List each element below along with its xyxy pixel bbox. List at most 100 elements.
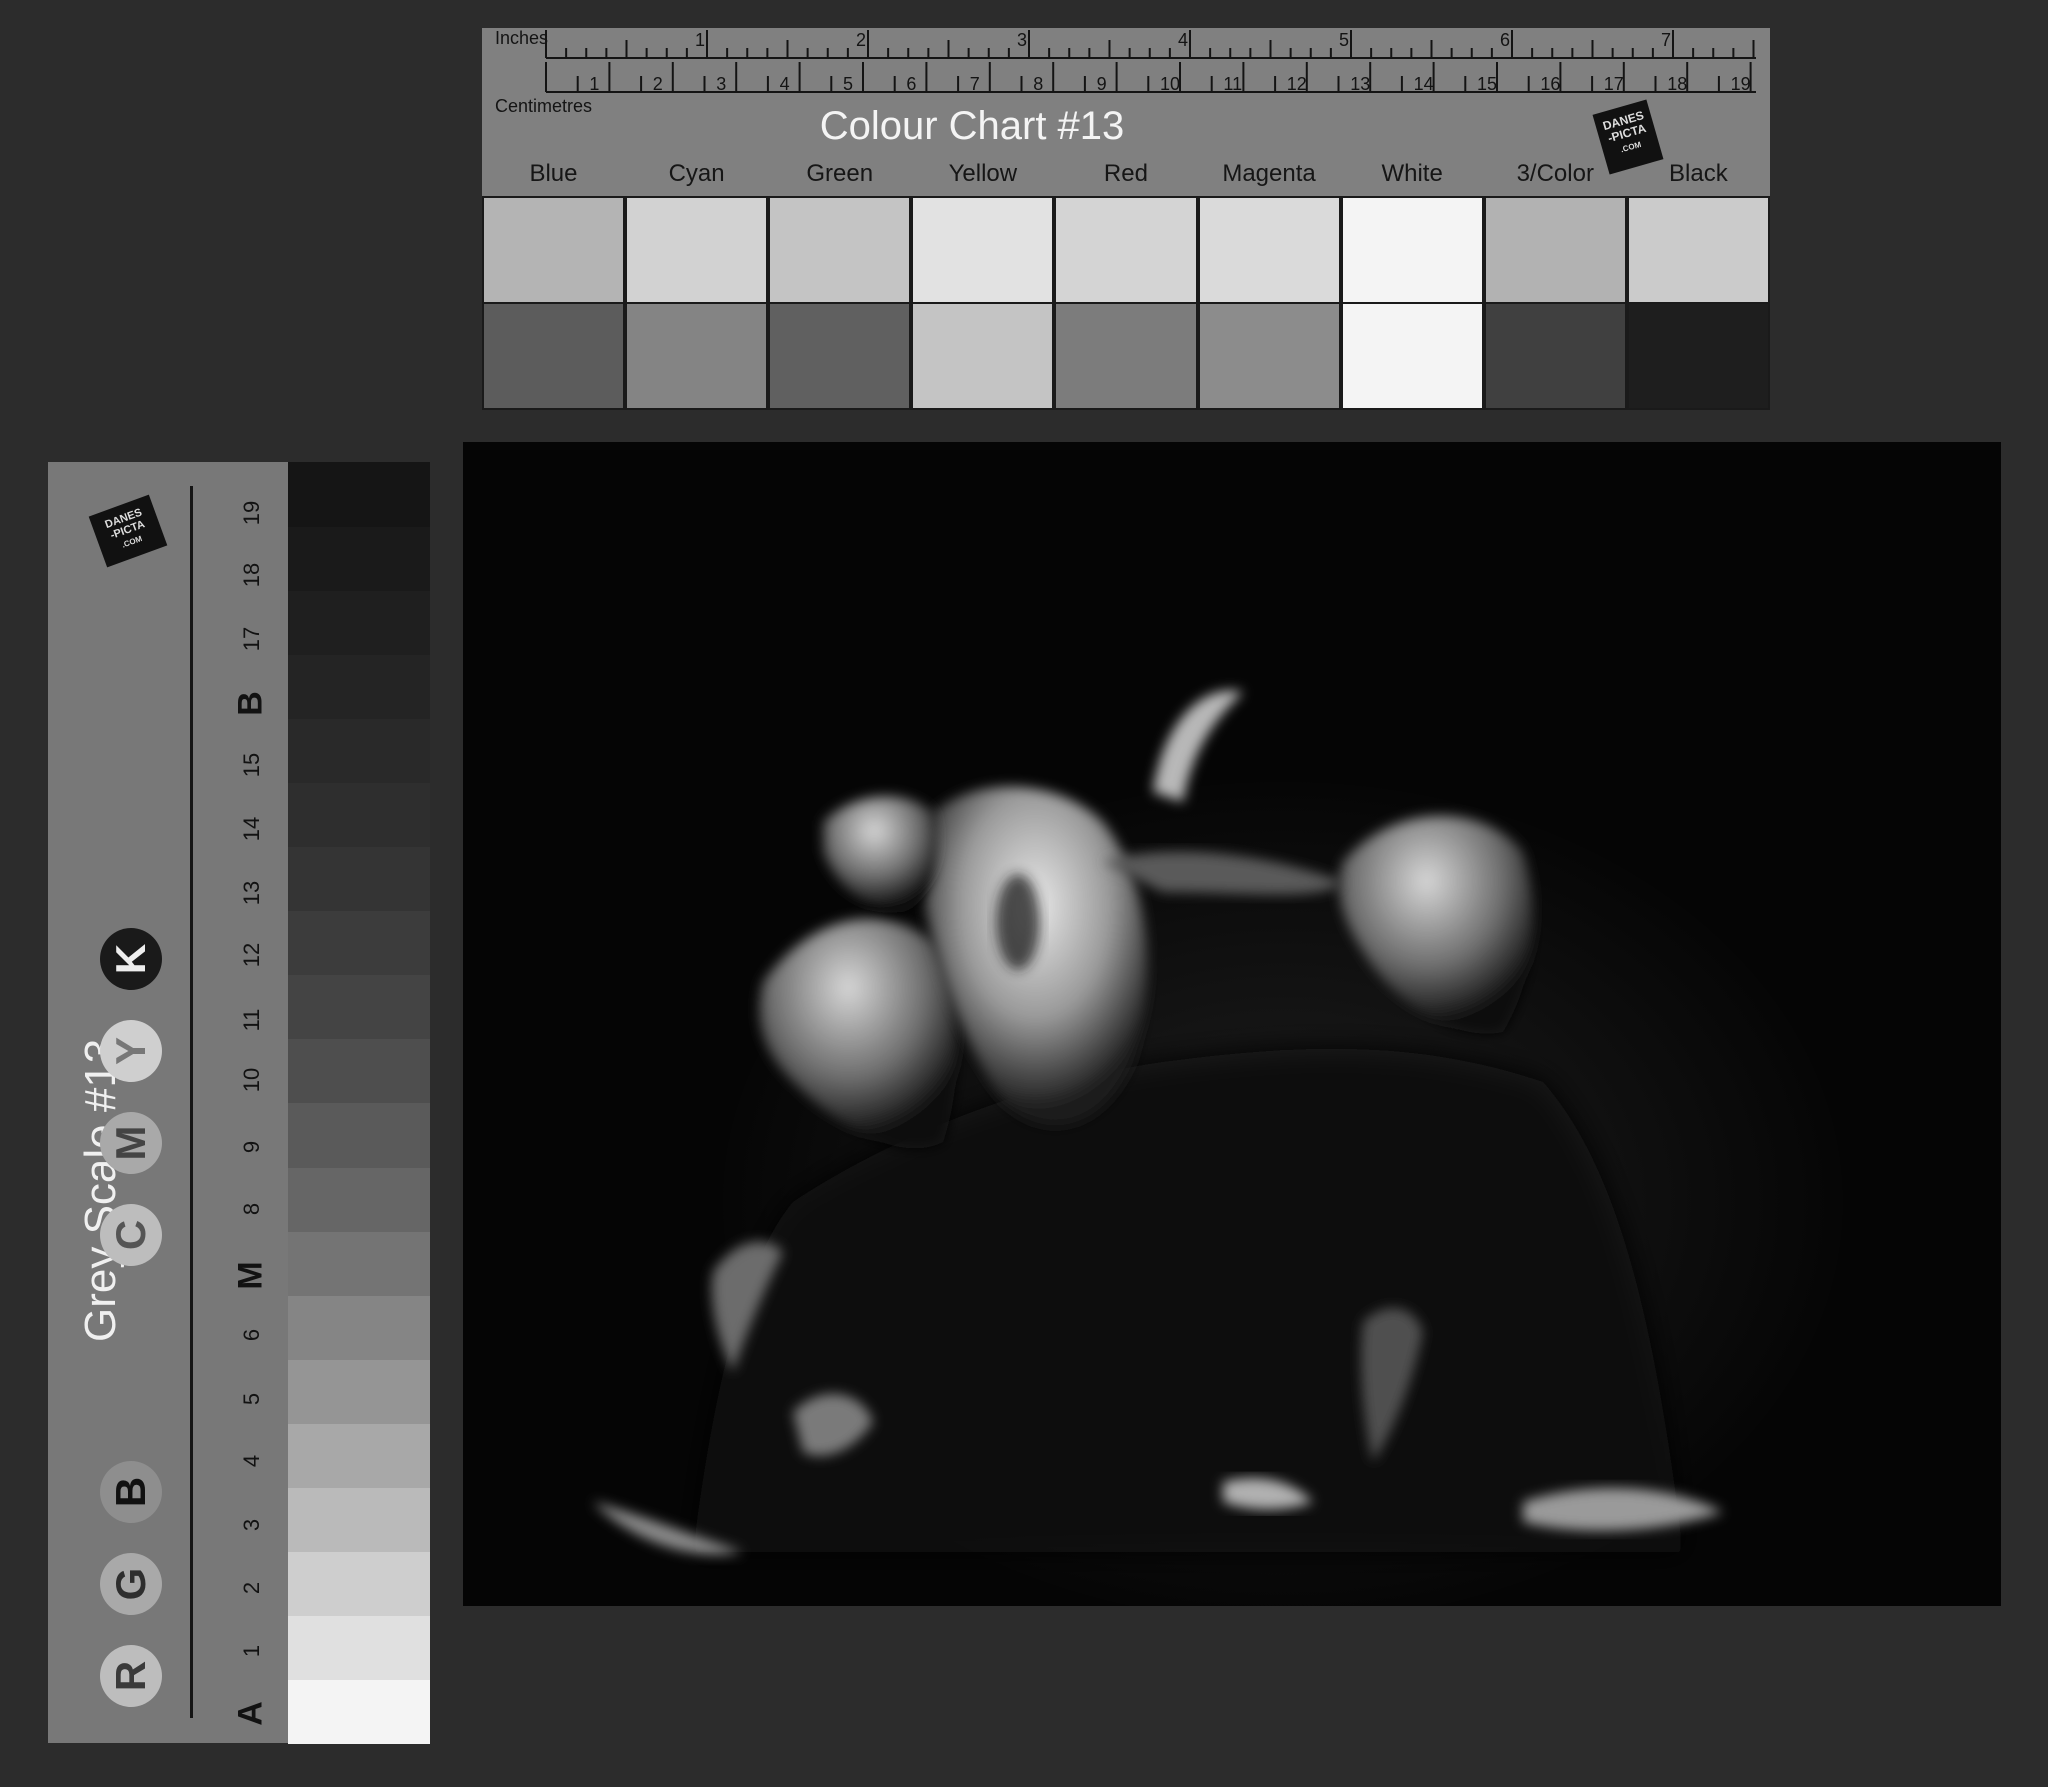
cm-number: 17	[1604, 74, 1624, 94]
grey-patch	[288, 1038, 430, 1104]
dance-photograph	[463, 442, 2001, 1606]
cm-number: 16	[1540, 74, 1560, 94]
danes-picta-logo: DANES -PICTA .COM	[88, 494, 168, 568]
swatch-bottom	[1340, 302, 1484, 410]
swatch-bottom	[1483, 302, 1627, 410]
swatch-bottom	[625, 302, 769, 410]
grey-scale-number: 10	[239, 1067, 264, 1093]
circle-r: R	[100, 1645, 162, 1707]
grey-scale-strip	[288, 462, 430, 1744]
grey-patch	[288, 974, 430, 1040]
cm-number: 19	[1731, 74, 1751, 94]
grey-patch	[288, 590, 430, 656]
grey-scale-letter-a: A	[231, 1701, 270, 1726]
swatch-top	[768, 196, 912, 304]
cm-number: 13	[1350, 74, 1370, 94]
circle-b: B	[100, 1461, 162, 1523]
swatch-bottom	[482, 302, 626, 410]
grey-scale-number: 13	[239, 880, 264, 906]
grey-scale-letter-m: M	[231, 1261, 270, 1290]
cm-number: 3	[716, 74, 726, 94]
swatch-top	[1483, 196, 1627, 304]
grey-scale-letter-b: B	[231, 691, 270, 716]
grey-scale-number: 4	[239, 1454, 264, 1468]
inch-number: 6	[1500, 30, 1510, 50]
cm-number: 5	[843, 74, 853, 94]
inch-number: 7	[1661, 30, 1671, 50]
grey-scale-number: 2	[239, 1581, 264, 1595]
grey-scale-number: 15	[239, 752, 264, 778]
circle-g: G	[100, 1553, 162, 1615]
cm-number: 9	[1097, 74, 1107, 94]
grey-scale-chart: DANES -PICTA .COM Grey Scale #13 RGBCMYK 1…	[48, 462, 430, 1744]
grey-patch	[288, 1230, 430, 1296]
grey-patch	[288, 1678, 430, 1744]
grey-patch	[288, 1358, 430, 1424]
circle-m: M	[100, 1112, 162, 1174]
grey-scale-number: 9	[239, 1140, 264, 1154]
grey-scale-number: 12	[239, 942, 264, 968]
grey-patch	[288, 1294, 430, 1360]
swatch-top	[482, 196, 626, 304]
colour-chart-title: Colour Chart #13	[819, 104, 1125, 148]
swatch-top	[1197, 196, 1341, 304]
grey-patch	[288, 1614, 430, 1680]
cm-number: 15	[1477, 74, 1497, 94]
grey-patch	[288, 654, 430, 720]
swatch-label-blue: Blue	[529, 160, 578, 187]
inch-number: 1	[695, 30, 705, 50]
grey-scale-number: 6	[239, 1328, 264, 1342]
circle-k: K	[100, 928, 162, 990]
swatch-label-magenta: Magenta	[1222, 160, 1316, 187]
circle-y: Y	[100, 1020, 162, 1082]
cm-number: 8	[1033, 74, 1043, 94]
circle-c: C	[100, 1204, 162, 1266]
swatch-label-black: Black	[1669, 160, 1728, 187]
swatch-bottom	[768, 302, 912, 410]
swatch-bottom	[1197, 302, 1341, 410]
grey-scale-number: 11	[239, 1008, 264, 1032]
grey-scale-number: 14	[239, 816, 264, 842]
grey-scale-number: 8	[239, 1202, 264, 1216]
swatch-label-yellow: Yellow	[948, 160, 1018, 187]
grey-patch	[288, 782, 430, 848]
cm-number: 10	[1160, 74, 1180, 94]
cm-number: 2	[653, 74, 663, 94]
swatch-top	[1626, 196, 1770, 304]
grey-patch	[288, 1422, 430, 1488]
swatch-top	[1340, 196, 1484, 304]
swatch-label-red: Red	[1103, 160, 1148, 187]
cm-number: 1	[589, 74, 599, 94]
grey-patch	[288, 718, 430, 784]
inch-number: 4	[1178, 30, 1188, 50]
colour-swatches	[482, 196, 1770, 410]
grey-scale-number: 3	[239, 1518, 264, 1532]
grey-scale-number: 1	[239, 1644, 264, 1658]
grey-scale-number: 18	[239, 562, 264, 588]
grey-scale-divider	[190, 486, 193, 1718]
grey-patch	[288, 910, 430, 976]
grey-patch	[288, 526, 430, 592]
grey-scale-number: 19	[239, 500, 264, 526]
inch-number: 3	[1017, 30, 1027, 50]
swatch-bottom	[1054, 302, 1198, 410]
grey-patch	[288, 462, 430, 528]
swatch-top	[625, 196, 769, 304]
cm-number: 4	[780, 74, 790, 94]
dancers-image	[463, 442, 2001, 1606]
grey-patch	[288, 846, 430, 912]
grey-scale-number: 17	[239, 626, 264, 652]
swatch-label-3-color: 3/Color	[1516, 160, 1594, 187]
cm-number: 18	[1667, 74, 1687, 94]
grey-patch	[288, 1550, 430, 1616]
colour-chart: 1234567812345678910111213141516171819 In…	[482, 28, 1770, 410]
swatch-label-white: White	[1381, 160, 1443, 187]
inch-number: 2	[856, 30, 866, 50]
swatch-labels: Blue Cyan Green Yellow Red Magenta White 3/Colo…	[482, 160, 1770, 196]
grey-patch	[288, 1486, 430, 1552]
cm-number: 6	[906, 74, 916, 94]
cm-number: 11	[1223, 74, 1242, 94]
cm-number: 7	[970, 74, 980, 94]
cm-number: 14	[1414, 74, 1434, 94]
swatch-label-green: Green	[806, 160, 874, 187]
